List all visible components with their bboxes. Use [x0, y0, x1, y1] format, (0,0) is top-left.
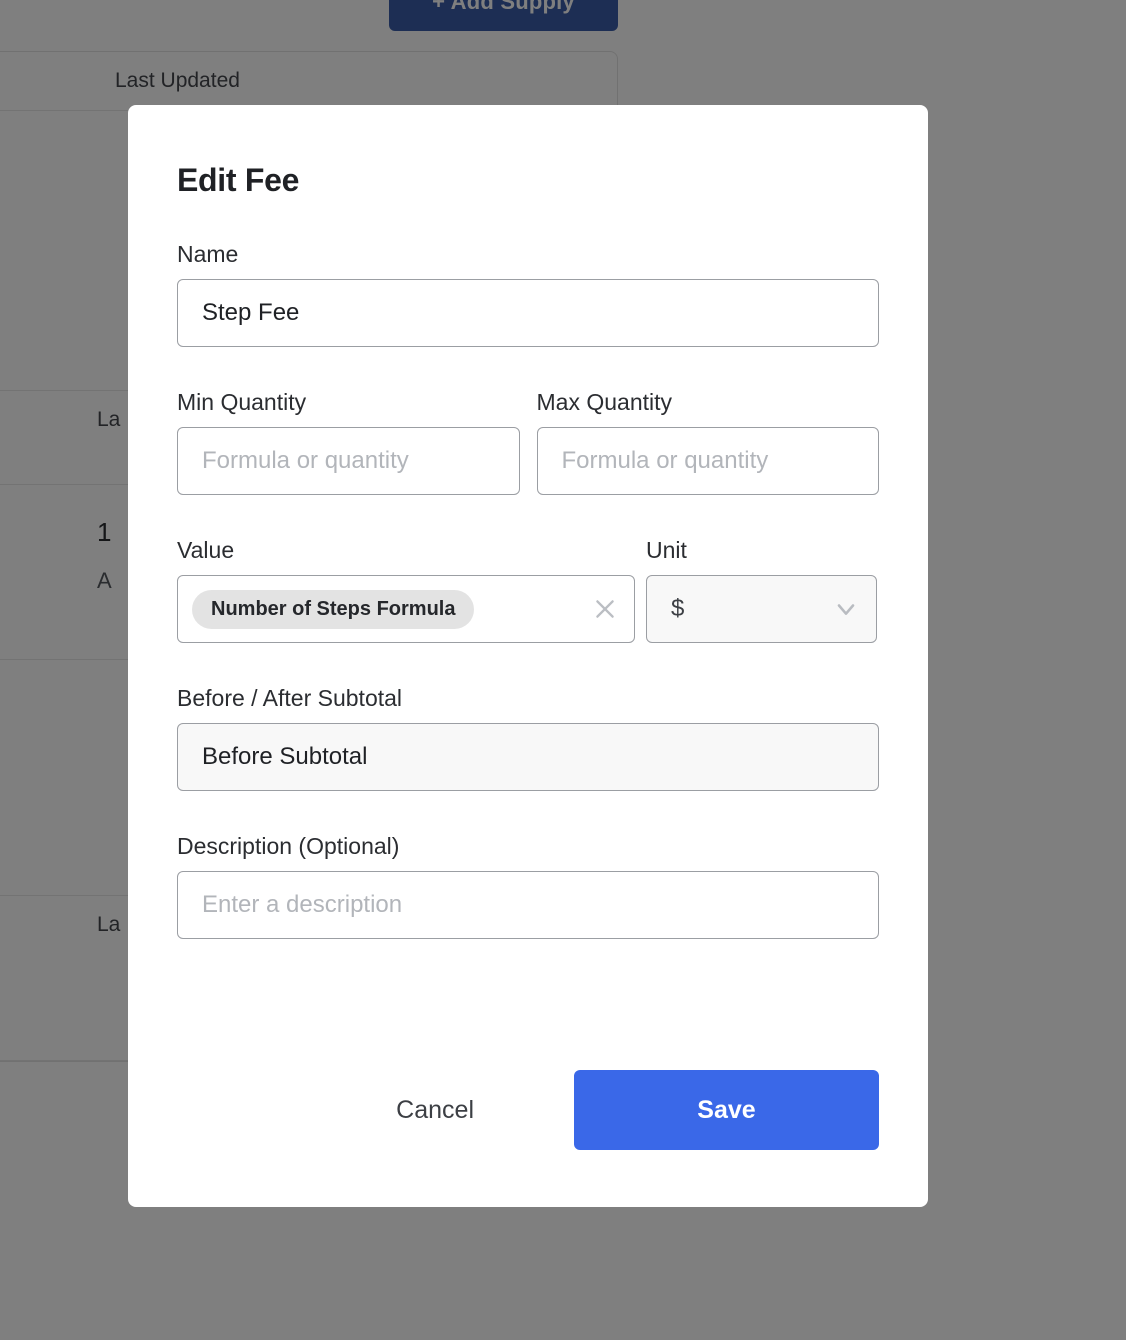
value-token-chip[interactable]: Number of Steps Formula — [192, 589, 475, 629]
chevron-down-icon — [832, 595, 860, 623]
edit-fee-dialog: Edit Fee Name Min Quantity Max Quantity … — [128, 105, 928, 1207]
clear-value-icon[interactable] — [586, 590, 624, 628]
unit-select[interactable]: $ — [646, 575, 877, 643]
before-after-subtotal-select[interactable] — [177, 723, 879, 791]
label-unit: Unit — [646, 537, 687, 563]
min-quantity-input[interactable] — [177, 427, 520, 495]
label-max-quantity: Max Quantity — [536, 389, 673, 415]
description-input[interactable] — [177, 871, 879, 939]
label-before-after-subtotal: Before / After Subtotal — [177, 685, 403, 711]
label-description: Description (Optional) — [177, 833, 400, 859]
field-group-min-quantity: Min Quantity — [177, 389, 520, 495]
field-group-max-quantity: Max Quantity — [536, 389, 879, 495]
max-quantity-input[interactable] — [536, 427, 879, 495]
name-input[interactable] — [177, 279, 879, 347]
field-group-value: Value Number of Steps Formula — [177, 537, 635, 643]
cancel-button[interactable]: Cancel — [362, 1080, 508, 1141]
unit-select-value: $ — [671, 595, 685, 622]
field-row-value-unit: Value Number of Steps Formula Unit $ — [177, 537, 879, 643]
label-name: Name — [177, 241, 239, 267]
save-button[interactable]: Save — [574, 1070, 879, 1150]
field-group-description: Description (Optional) — [177, 833, 879, 939]
dialog-footer: Cancel Save — [177, 1070, 879, 1150]
dialog-title: Edit Fee — [177, 162, 300, 198]
label-min-quantity: Min Quantity — [177, 389, 307, 415]
label-value: Value — [177, 537, 235, 563]
field-group-unit: Unit $ — [646, 537, 877, 643]
value-token-field[interactable]: Number of Steps Formula — [177, 575, 635, 643]
field-row-quantities: Min Quantity Max Quantity — [177, 389, 879, 495]
field-group-before-after-subtotal: Before / After Subtotal — [177, 685, 879, 791]
field-group-name: Name — [177, 241, 879, 347]
